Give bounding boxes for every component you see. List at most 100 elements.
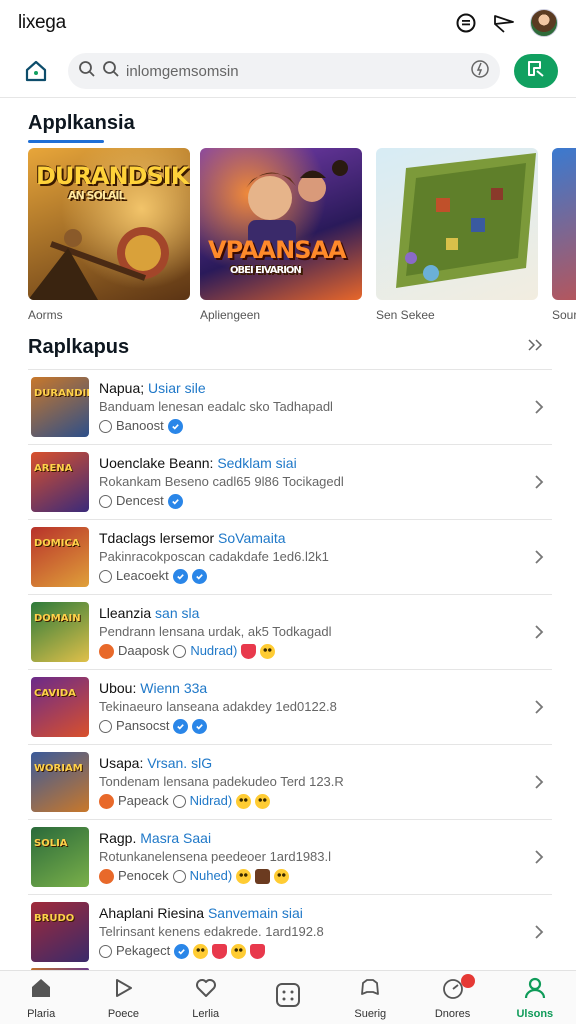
chevron-right-icon[interactable] [532, 923, 546, 941]
nav-item[interactable]: Plaria [0, 971, 82, 1024]
search-icon [102, 60, 120, 83]
item-name-text: Ubou: [99, 680, 141, 696]
featured-card-caption: Sour [552, 308, 576, 322]
app-thumbnail: CAVIDA [31, 677, 89, 737]
verified-check-icon [174, 943, 190, 959]
chevron-right-icon[interactable] [532, 848, 546, 866]
verified-check-icon [192, 718, 208, 734]
item-meta-label: Banoost [116, 418, 164, 433]
featured-card[interactable]: Sour [552, 148, 576, 322]
featured-title-underline [28, 140, 104, 143]
chevron-right-icon[interactable] [532, 698, 546, 716]
item-meta: Pansocst [99, 717, 552, 735]
item-description: Rotunkanelensena peedeoer 1ard1983.l [99, 849, 332, 864]
list-item[interactable]: DURANDIK Napua; Usiar sile Banduam lenesan… [28, 369, 552, 444]
smile-emoji-icon [274, 868, 290, 884]
smile-emoji-icon [231, 943, 247, 959]
app-thumbnail: WORIAM [31, 752, 89, 812]
info-circle-icon [99, 944, 112, 958]
list-item[interactable]: DOMICA Tdaclags lersemor SoVamaita Pakinra… [28, 519, 552, 594]
thumbnail-title: BRUDO [34, 913, 75, 924]
nav-item-label: Ulsons [516, 1007, 554, 1020]
item-meta-label: Leacoekt [116, 568, 169, 583]
item-meta-label: Dencest [116, 493, 164, 508]
item-meta: Leacoekt [99, 567, 552, 585]
chevron-right-icon[interactable] [532, 623, 546, 641]
item-name: Ahaplani Riesina Sanvemain siai [99, 904, 552, 922]
nav-item-label: Lerlia [192, 1007, 220, 1020]
category-icon [99, 793, 114, 809]
item-name-accent[interactable]: Sanvemain siai [208, 905, 303, 921]
nav-item[interactable] [247, 971, 329, 1024]
item-name-accent[interactable]: Vrsan. slG [147, 755, 212, 771]
heart-emoji-icon [212, 943, 228, 959]
info-circle-icon [99, 569, 112, 583]
list-item[interactable]: DOMAIN Lleanzia san sla Pendrann lensana u… [28, 594, 552, 669]
smile-emoji-icon [255, 793, 271, 809]
list-item[interactable]: SOLIA Ragp. Masra Saai Rotunkanelensena pe… [28, 819, 552, 894]
send-icon[interactable] [492, 11, 516, 35]
list-item[interactable]: CAVIDA Ubou: Wienn 33a Tekinaeuro lanseana… [28, 669, 552, 744]
item-description: Pendrann lensana urdak, ak5 Todkagadl [99, 624, 332, 639]
info-circle-icon [99, 719, 112, 733]
item-name-accent[interactable]: Masra Saai [140, 830, 211, 846]
chevron-right-icon[interactable] [532, 473, 546, 491]
category-icon [99, 643, 114, 659]
item-name: Ubou: Wienn 33a [99, 679, 552, 697]
artwork-subtitle: AN SOLAIL [68, 189, 125, 202]
smile-emoji-icon [236, 868, 252, 884]
nav-item[interactable]: Suerig [329, 971, 411, 1024]
app-thumbnail: SOLIA [31, 827, 89, 887]
chevron-right-icon[interactable] [532, 398, 546, 416]
app-list: DURANDIK Napua; Usiar sile Banduam lenesan… [28, 369, 552, 969]
top-bar: lixega [0, 0, 576, 46]
item-meta-tag: Nuhed) [189, 868, 233, 883]
list-item[interactable]: BRUDO Ahaplani Riesina Sanvemain siai Telr… [28, 894, 552, 969]
nav-item-label: Suerig [354, 1007, 387, 1020]
list-item[interactable]: WORIAM Usapa: Vrsan. slG Tondenam lensana … [28, 744, 552, 819]
double-chevron-icon[interactable] [526, 336, 544, 359]
search-input[interactable]: inlomgemsomsin [68, 53, 500, 89]
featured-card[interactable]: VPAANSAA OBEI EIVARION Apliengeen [200, 148, 362, 322]
nav-item[interactable]: Lerlia [165, 971, 247, 1024]
item-meta-tag: Nidrad) [189, 793, 233, 808]
thumbnail-title: DURANDIK [34, 388, 89, 399]
featured-carousel[interactable]: DURANDSIK AN SOLAIL Aorms VPAANSAA OBEI … [28, 148, 576, 324]
item-name-accent[interactable]: Wienn 33a [140, 680, 207, 696]
item-meta: Papeack Nidrad) [99, 792, 552, 810]
item-name-accent[interactable]: Usiar sile [148, 380, 206, 396]
home-icon[interactable] [18, 53, 54, 89]
nav-item-label: Poece [107, 1007, 140, 1020]
search-query: inlomgemsomsin [126, 62, 239, 80]
item-description: Tekinaeuro lanseana adakdey 1ed0122.8 [99, 699, 337, 714]
chevron-right-icon[interactable] [532, 773, 546, 791]
chat-bubble-icon[interactable] [454, 11, 478, 35]
profile-avatar[interactable] [530, 9, 558, 37]
item-meta-label: Daaposk [118, 643, 170, 658]
item-description: Banduam lenesan eadalc sko Tadhapadl [99, 399, 333, 414]
game-artwork [552, 148, 576, 300]
item-meta: Banoost [99, 417, 552, 435]
item-meta-label: Pekagect [116, 943, 171, 958]
featured-card[interactable]: Sen Sekee [376, 148, 538, 322]
nav-item[interactable]: Ulsons [494, 971, 576, 1024]
chevron-right-icon[interactable] [532, 548, 546, 566]
item-name-text: Ahaplani Riesina [99, 905, 208, 921]
nav-item[interactable]: Poece [82, 971, 164, 1024]
scan-button[interactable] [514, 54, 558, 88]
item-name: Tdaclags lersemor SoVamaita [99, 529, 552, 547]
item-name-accent[interactable]: san sla [155, 605, 199, 621]
bottom-navigation: Plaria Poece Lerlia Suerig Dnores Ulsons [0, 970, 576, 1024]
featured-card[interactable]: DURANDSIK AN SOLAIL Aorms [28, 148, 190, 322]
mic-icon[interactable] [470, 59, 490, 84]
nav-item[interactable]: Dnores [411, 971, 493, 1024]
verified-check-icon [172, 568, 188, 584]
item-name: Usapa: Vrsan. slG [99, 754, 552, 772]
item-name-accent[interactable]: Sedklam siai [217, 455, 296, 471]
heart-icon [194, 976, 218, 1005]
app-thumbnail: DURANDIK [31, 377, 89, 437]
list-item[interactable]: ARENA Uoenclake Beann: Sedklam siai Rokank… [28, 444, 552, 519]
item-name-accent[interactable]: SoVamaita [218, 530, 285, 546]
thumbnail-title: DOMAIN [34, 613, 81, 624]
thumbnail-title: WORIAM [34, 763, 83, 774]
